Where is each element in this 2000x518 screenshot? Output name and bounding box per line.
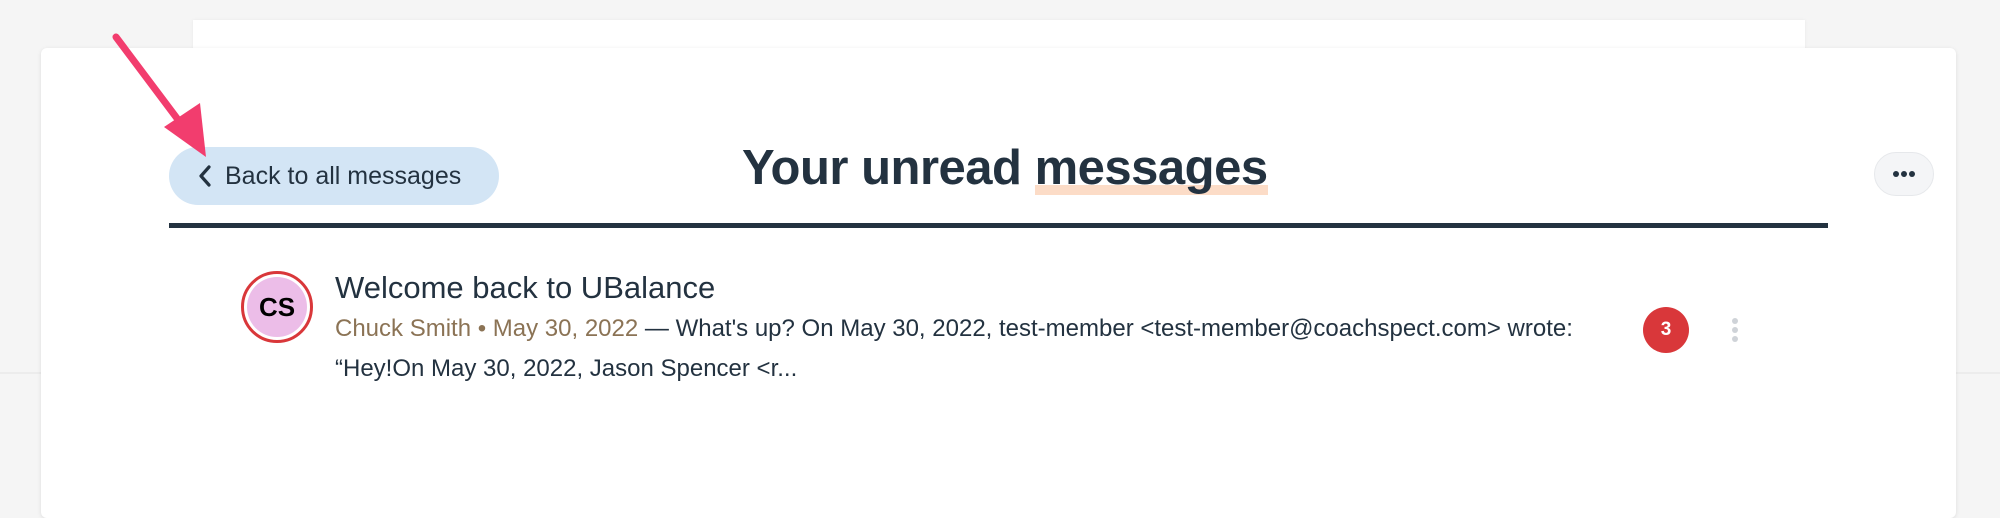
pointer-arrow-icon [112, 33, 206, 157]
message-preview-line-1: Chuck Smith • May 30, 2022 — What's up? … [335, 315, 1573, 343]
unread-count-badge: 3 [1643, 307, 1689, 353]
message-preview-line-2: “Hey!On May 30, 2022, Jason Spencer <r..… [335, 355, 798, 382]
more-vertical-icon [1732, 318, 1738, 324]
back-button-label: Back to all messages [225, 161, 462, 190]
more-vertical-icon-dot [1732, 336, 1738, 342]
sender-avatar: CS [241, 271, 313, 343]
message-date: May 30, 2022 [492, 315, 639, 342]
more-options-button[interactable] [1874, 152, 1934, 196]
more-vertical-icon-dot [1732, 327, 1738, 333]
meta-separator: • [471, 315, 493, 342]
page-title: Your unread messages [742, 140, 1268, 196]
more-horizontal-icon [1893, 171, 1915, 177]
avatar-initials: CS [247, 277, 307, 337]
message-sender: Chuck Smith [335, 315, 472, 342]
message-preview-text: — What's up? On May 30, 2022, test-membe… [638, 315, 1573, 342]
message-subject[interactable]: Welcome back to UBalance [335, 270, 715, 306]
messages-card [41, 48, 1956, 518]
page-title-emphasis: messages [1034, 141, 1268, 195]
page-title-text: Your unread [742, 141, 1035, 195]
title-divider [169, 223, 1828, 228]
message-menu-button[interactable] [1722, 314, 1748, 346]
